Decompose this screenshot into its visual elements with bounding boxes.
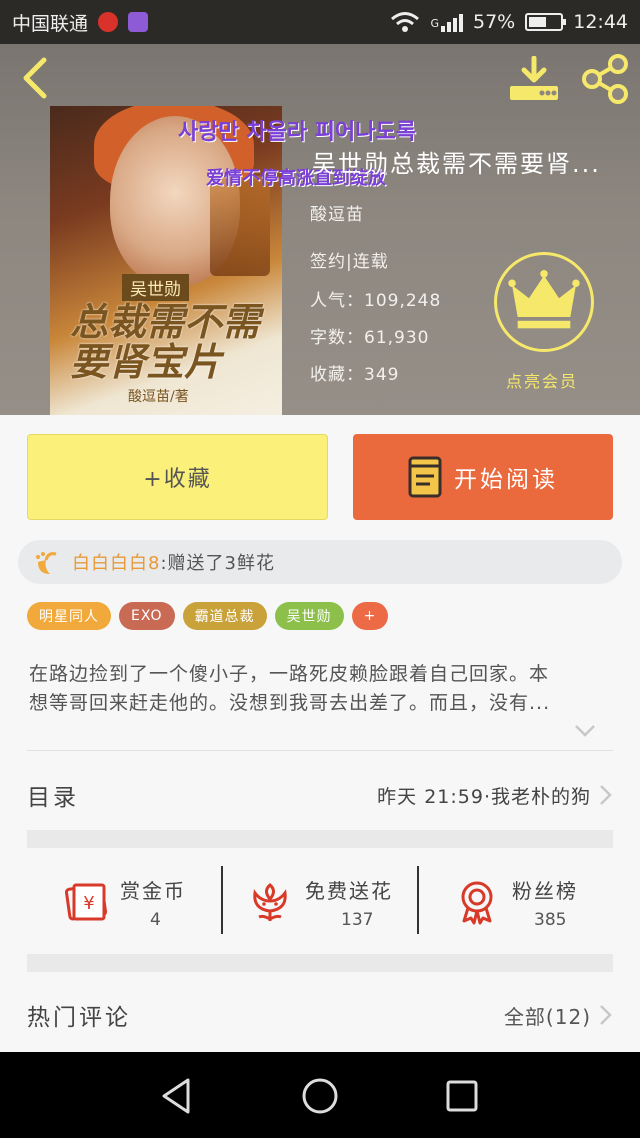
favorite-button[interactable]: +收藏 xyxy=(27,434,328,520)
latest-chapter: 昨天 21:59·我老朴的狗 xyxy=(377,785,591,808)
stat-name: 免费送花 xyxy=(305,878,393,903)
battery-percent: 57% xyxy=(473,11,516,33)
start-reading-button[interactable]: 开始阅读 xyxy=(353,434,613,520)
section-gap xyxy=(27,954,613,972)
book-word-count: 字数：61,930 xyxy=(310,328,430,348)
svg-text:¥: ¥ xyxy=(83,893,94,914)
wifi-icon xyxy=(391,12,420,32)
book-status: 签约|连载 xyxy=(310,252,389,272)
section-gap xyxy=(27,830,613,848)
gallery-icon xyxy=(128,12,149,32)
tag-item[interactable]: 吴世勋 xyxy=(274,602,344,630)
stat-name: 粉丝榜 xyxy=(512,878,578,903)
book-favorites: 收藏：349 xyxy=(310,365,400,385)
tag-item[interactable]: 明星同人 xyxy=(27,602,111,630)
hot-comments-label: 热门评论 xyxy=(27,1005,131,1031)
clock: 12:44 xyxy=(573,11,628,33)
catalog-row[interactable]: 目录 昨天 21:59·我老朴的狗 xyxy=(27,770,613,820)
crown-icon[interactable] xyxy=(494,252,594,352)
expand-chevron-down-icon[interactable] xyxy=(574,724,596,738)
nav-recents-icon[interactable] xyxy=(440,1074,484,1118)
flower-gift-icon xyxy=(36,552,57,574)
nav-back-icon[interactable] xyxy=(156,1074,200,1118)
hot-comments-row[interactable]: 热门评论 全部(12) xyxy=(27,992,613,1038)
book-header: 吴世勋 总裁需不需要肾宝片 酸逗苗/著 사랑만 차올라 피어나도록 爱情不停高涨… xyxy=(0,44,640,415)
battery-icon xyxy=(525,13,567,31)
description-line: 在路边捡到了一个傻小子，一路死皮赖脸跟着自己回家。本 xyxy=(29,663,550,685)
flower-icon xyxy=(253,883,287,921)
status-bar: 中国联通 G 57% 12:44 xyxy=(0,0,640,44)
fan-ranking-stat[interactable]: 粉丝榜 385 xyxy=(419,866,613,938)
network-type: G xyxy=(430,17,439,30)
tag-list: 明星同人 EXO 霸道总裁 吴世勋 + xyxy=(27,602,389,630)
tag-item[interactable]: 霸道总裁 xyxy=(182,602,267,630)
carrier-label: 中国联通 xyxy=(12,12,89,35)
signal-icon xyxy=(441,12,463,32)
back-icon[interactable] xyxy=(16,56,56,100)
cover-title: 总裁需不需要肾宝片 xyxy=(70,299,261,384)
vip-label[interactable]: 点亮会员 xyxy=(506,368,578,392)
cover-name-tag: 吴世勋 xyxy=(122,274,189,301)
medal-icon xyxy=(461,881,493,925)
red-envelope-icon: ¥ xyxy=(64,883,108,921)
start-reading-label: 开始阅读 xyxy=(454,467,558,493)
reward-coins-stat[interactable]: ¥ 赏金币 4 xyxy=(27,866,221,938)
nav-home-icon[interactable] xyxy=(298,1074,342,1118)
stat-value: 385 xyxy=(534,909,567,930)
book-description[interactable]: 在路边捡到了一个傻小子，一路死皮赖脸跟着自己回家。本 想等哥回来赶走他的。没想到… xyxy=(29,660,615,718)
add-tag-button[interactable]: + xyxy=(351,602,389,630)
download-icon[interactable] xyxy=(508,56,560,102)
stat-value: 137 xyxy=(341,909,374,930)
all-comments-link[interactable]: 全部(12) xyxy=(504,1001,591,1030)
stat-name: 赏金币 xyxy=(120,878,186,903)
divider xyxy=(27,750,613,751)
netease-music-icon xyxy=(98,12,119,32)
book-author[interactable]: 酸逗苗 xyxy=(310,200,364,225)
book-icon xyxy=(408,456,442,498)
gift-user[interactable]: 白白白白8 xyxy=(72,549,160,575)
chevron-right-icon xyxy=(600,785,612,805)
catalog-label: 目录 xyxy=(27,785,79,811)
share-icon[interactable] xyxy=(580,54,630,104)
chevron-right-icon xyxy=(600,1005,612,1025)
stats-row: ¥ 赏金币 4 免费送花 137 粉丝榜 385 xyxy=(27,866,613,938)
gift-notice[interactable]: 白白白白8 :赠送了3鲜花 xyxy=(18,540,622,584)
book-title: 吴世勋总裁需不需要肾... xyxy=(312,150,601,178)
free-flowers-stat[interactable]: 免费送花 137 xyxy=(223,866,417,938)
tag-item[interactable]: EXO xyxy=(119,602,175,630)
book-popularity: 人气：109,248 xyxy=(310,291,442,311)
stat-value: 4 xyxy=(150,909,161,930)
book-cover[interactable]: 吴世勋 总裁需不需要肾宝片 酸逗苗/著 xyxy=(50,106,282,415)
gift-text: :赠送了3鲜花 xyxy=(160,553,275,574)
cover-korean-overlay: 사랑만 차올라 피어나도록 xyxy=(178,120,416,145)
description-line: 想等哥回来赶走他的。没想到我哥去出差了。而且，没有... xyxy=(29,692,551,714)
system-nav-bar xyxy=(0,1052,640,1138)
cover-author: 酸逗苗/著 xyxy=(128,389,189,405)
